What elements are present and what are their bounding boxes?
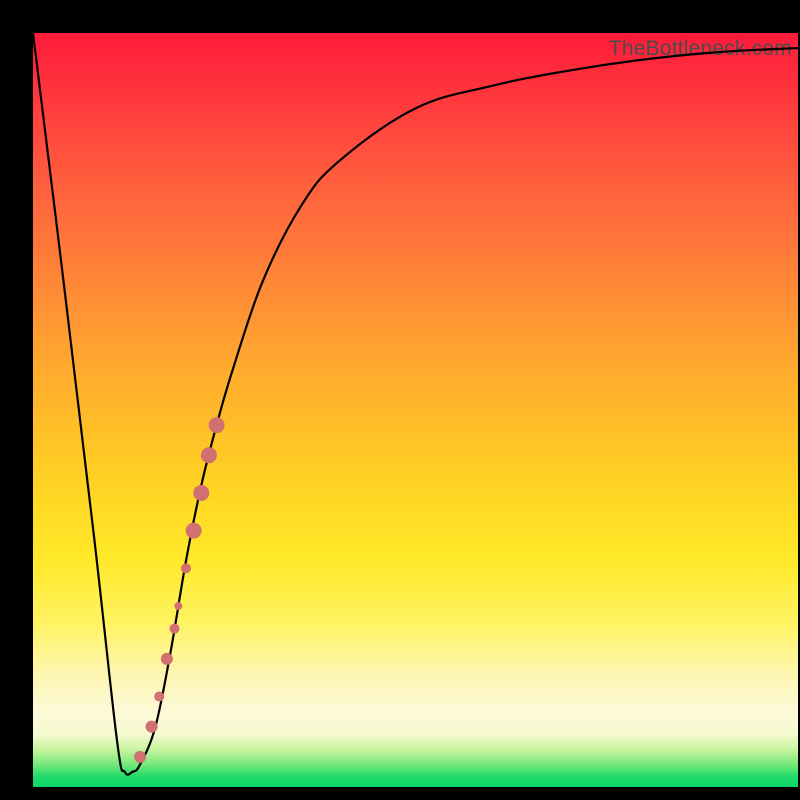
plot-area: TheBottleneck.com [33,33,798,787]
highlight-dot [186,523,202,539]
highlight-dots-group [134,417,225,763]
bottleneck-curve-path [33,33,798,775]
highlight-dot [181,563,191,573]
highlight-dot [154,692,164,702]
highlight-dot [134,751,146,763]
highlight-dot [170,624,180,634]
highlight-dot [201,447,217,463]
highlight-dot [174,602,182,610]
highlight-dot [209,417,225,433]
highlight-dot [146,721,158,733]
curve-layer [33,33,798,787]
chart-container: TheBottleneck.com [0,0,800,800]
highlight-dot [161,653,173,665]
highlight-dot [193,485,209,501]
